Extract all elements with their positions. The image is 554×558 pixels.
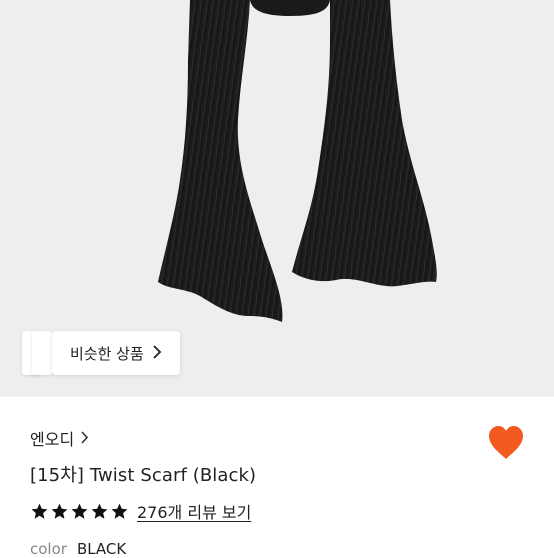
option-label: color [30, 540, 67, 558]
brand-name: 엔오디 [30, 430, 75, 449]
star-icon [111, 503, 128, 519]
thumbnail-card [32, 331, 52, 375]
heart-icon [489, 426, 523, 459]
rating-row: 276개 리뷰 보기 [30, 499, 251, 523]
chevron-right-icon [80, 429, 89, 448]
star-icon [31, 503, 48, 519]
option-row: color BLACK [30, 540, 126, 558]
star-icon [71, 503, 88, 519]
rating-stars [30, 502, 129, 521]
wishlist-heart-button[interactable] [487, 425, 525, 461]
option-value: BLACK [76, 540, 127, 558]
star-icon [51, 503, 68, 519]
similar-products-label: 비슷한 상품 [70, 344, 144, 363]
brand-link[interactable]: 엔오디 [30, 426, 89, 450]
product-title: [15차] Twist Scarf (Black) [30, 465, 257, 486]
chevron-right-icon [152, 344, 162, 363]
similar-products-button[interactable]: 비슷한 상품 [52, 331, 180, 375]
star-icon [91, 503, 108, 519]
review-count-link[interactable]: 276개 리뷰 보기 [137, 499, 251, 523]
